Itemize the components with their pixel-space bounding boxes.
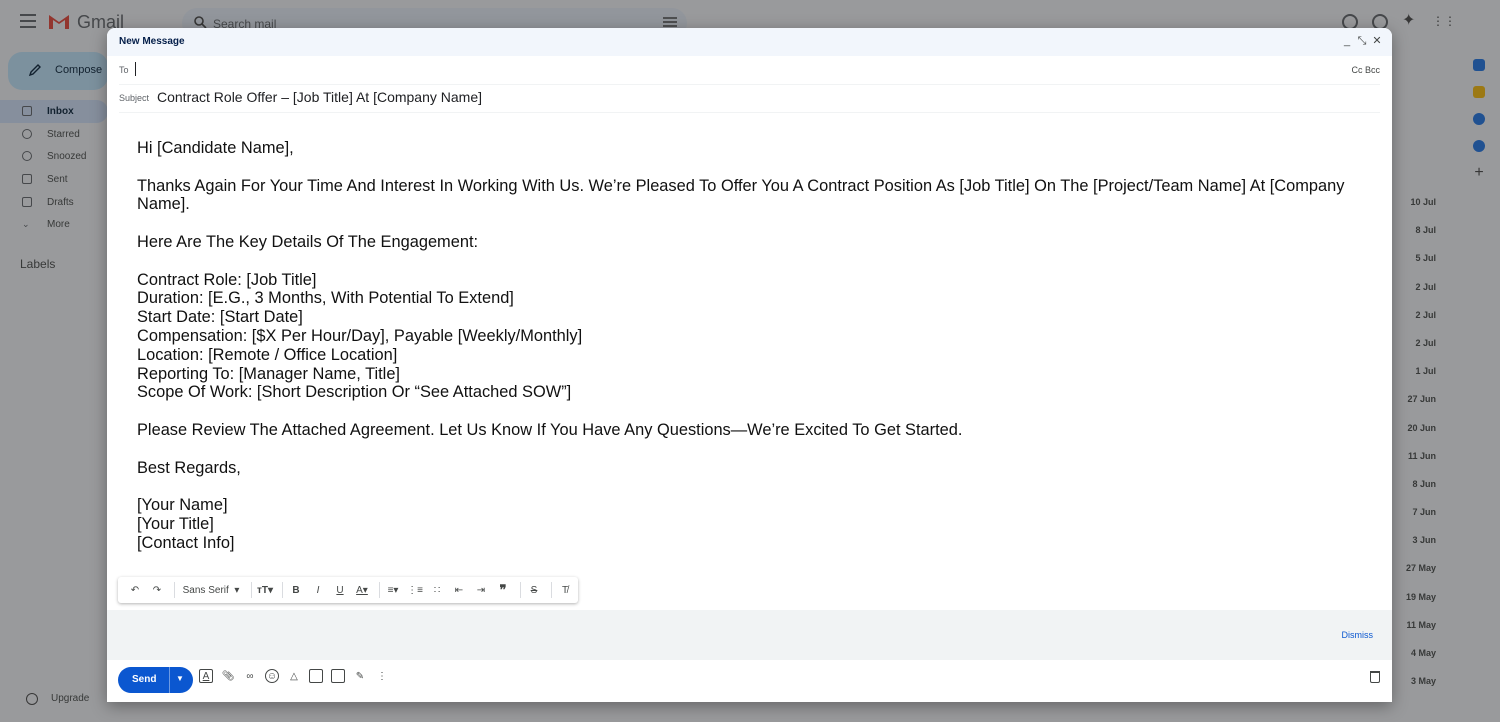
send-divider	[169, 667, 170, 693]
formatting-options-icon[interactable]: A	[199, 669, 213, 683]
toolbar-divider	[251, 582, 252, 598]
subject-input[interactable]: Contract Role Offer – [Job Title] At [Co…	[157, 89, 482, 105]
toolbar-divider	[174, 582, 175, 598]
body-greeting: Hi [Candidate Name],	[137, 139, 294, 157]
attach-file-icon[interactable]: 📎︎	[221, 669, 235, 683]
dismiss-link[interactable]: Dismiss	[1342, 630, 1374, 640]
toolbar-divider	[282, 582, 283, 598]
body-details-list: Contract Role: [Job Title] Duration: [E.…	[137, 271, 1357, 403]
schedule-send-dropdown-icon[interactable]: ▼	[176, 674, 184, 683]
insert-link-icon[interactable]: ∞	[243, 669, 257, 683]
detail-line: Reporting To: [Manager Name, Title]	[137, 364, 400, 383]
more-options-icon[interactable]: ⋮	[375, 669, 389, 683]
undo-icon[interactable]: ↶	[126, 581, 144, 599]
close-icon[interactable]: ✕	[1372, 35, 1382, 47]
italic-icon[interactable]: I	[309, 581, 327, 599]
send-button[interactable]: Send	[132, 674, 156, 685]
minimize-icon[interactable]: _	[1342, 35, 1352, 47]
indent-less-icon[interactable]: ⇤	[450, 581, 468, 599]
compose-bottom-tools: A 📎︎ ∞ ☺ △ ✎ ⋮	[199, 669, 389, 683]
detail-line: Contract Role: [Job Title]	[137, 270, 317, 289]
toolbar-divider	[520, 582, 521, 598]
bulleted-list-icon[interactable]: ∷	[428, 581, 446, 599]
text-cursor	[135, 62, 136, 76]
formatting-toolbar: ↶ ↷ Sans Serif ▾ тT▾ B I U A▾ ≡▾ ⋮≡ ∷ ⇤ …	[118, 577, 578, 603]
message-body[interactable]: Hi [Candidate Name], Thanks Again For Yo…	[137, 139, 1357, 553]
font-select-value: Sans Serif	[182, 584, 229, 596]
signature-pen-icon[interactable]: ✎	[353, 669, 367, 683]
bold-icon[interactable]: B	[287, 581, 305, 599]
signature-line: [Your Name]	[137, 496, 228, 515]
indent-more-icon[interactable]: ⇥	[472, 581, 490, 599]
window-controls: _ ⤡ ✕	[1342, 35, 1382, 47]
detail-line: Duration: [E.G., 3 Months, With Potentia…	[137, 289, 514, 308]
compose-title: New Message	[119, 36, 185, 47]
emoji-icon[interactable]: ☺	[265, 669, 279, 683]
body-sign-off: Best Regards,	[137, 458, 241, 477]
align-icon[interactable]: ≡▾	[384, 581, 402, 599]
drive-icon[interactable]: △	[287, 669, 301, 683]
compose-header: New Message _ ⤡ ✕	[107, 28, 1392, 56]
subject-field-row[interactable]: Subject Contract Role Offer – [Job Title…	[119, 85, 1380, 113]
text-size-icon[interactable]: тT▾	[256, 581, 274, 599]
font-select[interactable]: Sans Serif ▾	[179, 581, 243, 599]
quote-icon[interactable]: ❞	[494, 581, 512, 599]
toolbar-divider	[551, 582, 552, 598]
detail-line: Location: [Remote / Office Location]	[137, 345, 398, 364]
detail-line: Compensation: [$X Per Hour/Day], Payable…	[137, 326, 583, 345]
body-signature: [Your Name] [Your Title] [Contact Info]	[137, 496, 1357, 552]
confidential-mode-icon[interactable]	[331, 669, 345, 683]
compose-dialog: New Message _ ⤡ ✕ To Cc Bcc Subject Cont…	[107, 28, 1392, 702]
subject-label: Subject	[119, 93, 150, 103]
remove-formatting-icon[interactable]: T̸	[556, 581, 574, 599]
exit-fullscreen-icon[interactable]: ⤡	[1357, 35, 1367, 47]
underline-icon[interactable]: U	[331, 581, 349, 599]
body-details-heading: Here Are The Key Details Of The Engageme…	[137, 232, 479, 251]
suggestion-bar: Dismiss	[107, 610, 1392, 660]
signature-line: [Your Title]	[137, 514, 214, 533]
send-button-group: Send ▼	[118, 667, 193, 693]
detail-line: Scope Of Work: [Short Description Or “Se…	[137, 383, 572, 402]
text-color-icon[interactable]: A▾	[353, 581, 371, 599]
redo-icon[interactable]: ↷	[148, 581, 166, 599]
detail-line: Start Date: [Start Date]	[137, 308, 303, 327]
to-label: To	[119, 65, 129, 75]
body-closing-line: Please Review The Attached Agreement. Le…	[137, 420, 963, 439]
numbered-list-icon[interactable]: ⋮≡	[406, 581, 424, 599]
discard-draft-icon[interactable]	[1370, 671, 1380, 683]
signature-line: [Contact Info]	[137, 533, 235, 552]
strikethrough-icon[interactable]: S	[525, 581, 543, 599]
insert-photo-icon[interactable]	[309, 669, 323, 683]
body-intro: Thanks Again For Your Time And Interest …	[137, 176, 1345, 214]
toolbar-divider	[379, 582, 380, 598]
to-field-row[interactable]: To Cc Bcc	[119, 56, 1380, 85]
cc-bcc-link[interactable]: Cc Bcc	[1351, 65, 1380, 75]
